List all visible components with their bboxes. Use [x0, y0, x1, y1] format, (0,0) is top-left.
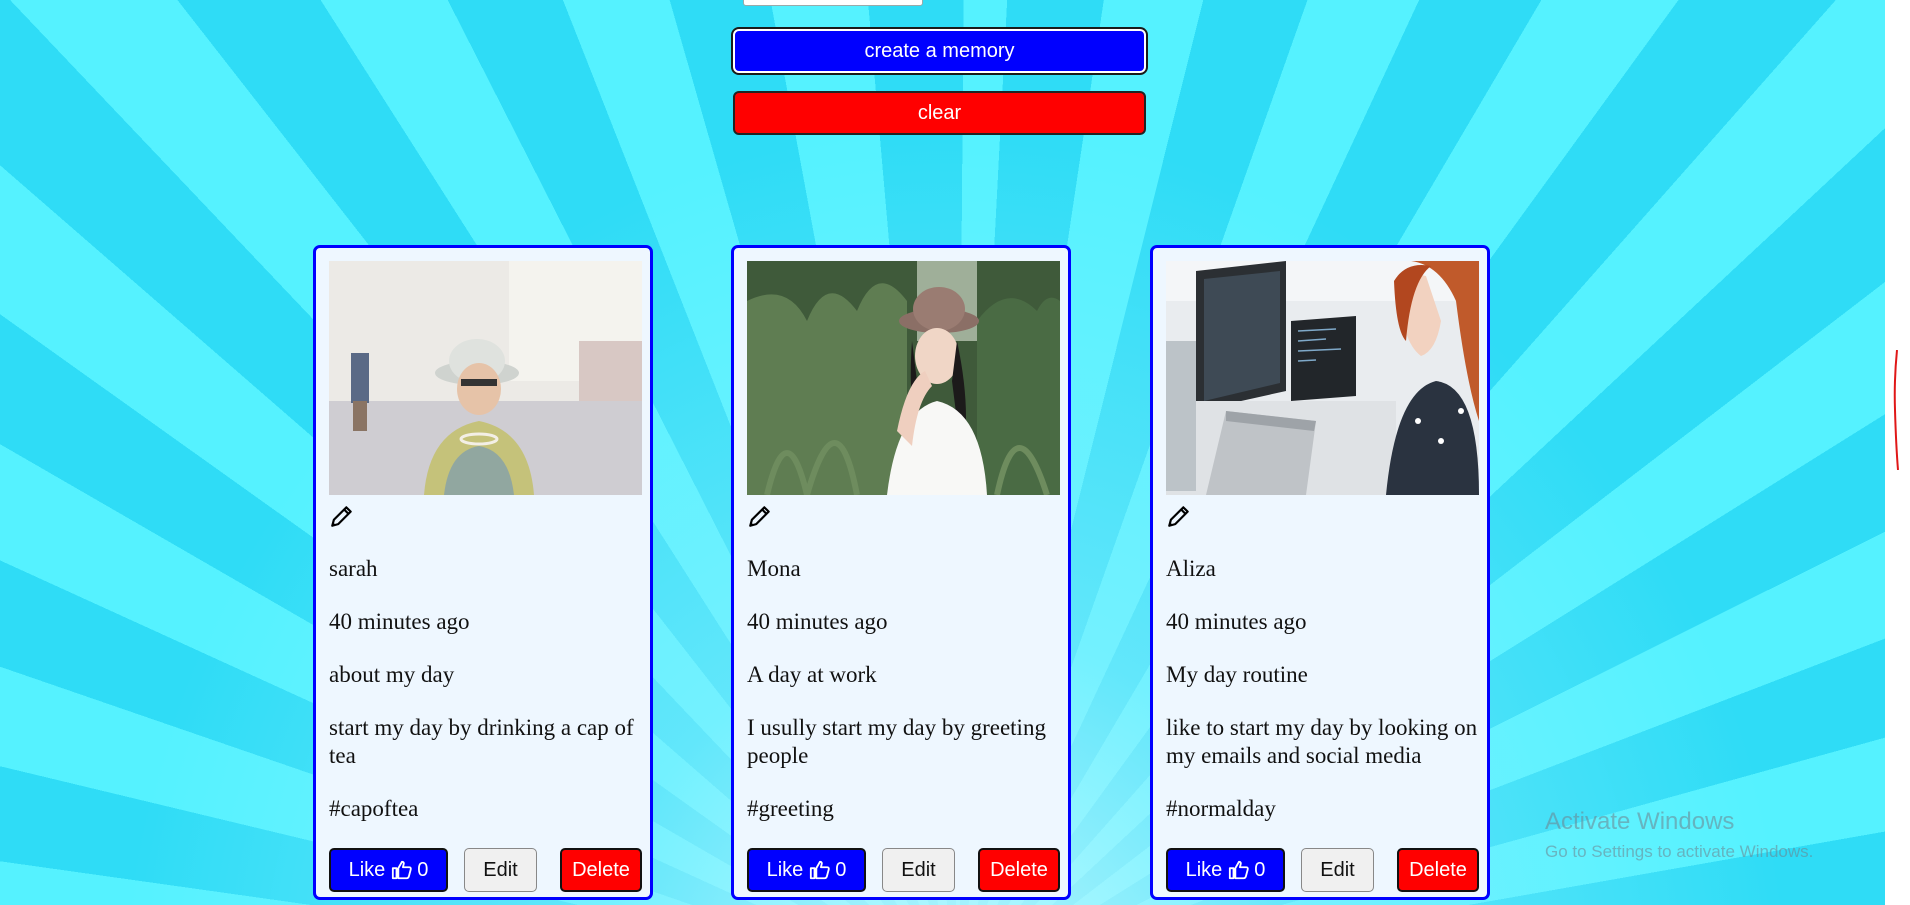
memory-title: about my day	[329, 662, 455, 687]
pencil-icon[interactable]	[747, 503, 773, 529]
memory-card: Aliza 40 minutes ago My day routine like…	[1150, 245, 1490, 900]
edit-button[interactable]: Edit	[464, 848, 537, 892]
memory-tags: #normalday	[1166, 796, 1276, 821]
thumbs-up-icon	[392, 860, 412, 880]
like-count: 0	[417, 858, 429, 881]
memory-message: like to start my day by looking on my em…	[1166, 715, 1478, 768]
like-label: Like	[348, 858, 386, 881]
pencil-icon[interactable]	[1166, 503, 1192, 529]
memory-message: start my day by drinking a cap of tea	[329, 715, 634, 768]
memory-photo	[329, 261, 642, 495]
create-memory-button[interactable]: create a memory	[733, 29, 1146, 73]
memory-time: 40 minutes ago	[1166, 609, 1307, 634]
memory-title: A day at work	[747, 662, 877, 687]
memory-time: 40 minutes ago	[747, 609, 888, 634]
like-label: Like	[1185, 858, 1223, 881]
memory-creator: sarah	[329, 556, 378, 581]
like-button[interactable]: Like 0	[747, 848, 866, 892]
like-count: 0	[1254, 858, 1266, 881]
edit-button[interactable]: Edit	[1301, 848, 1374, 892]
clear-button[interactable]: clear	[733, 91, 1146, 135]
delete-button[interactable]: Delete	[560, 848, 642, 892]
memory-photo	[1166, 261, 1479, 495]
memory-card: sarah 40 minutes ago about my day start …	[313, 245, 653, 900]
like-button[interactable]: Like 0	[329, 848, 448, 892]
memory-card: Mona 40 minutes ago A day at work I usul…	[731, 245, 1071, 900]
edit-button[interactable]: Edit	[882, 848, 955, 892]
memory-title: My day routine	[1166, 662, 1308, 687]
memory-tags: #capoftea	[329, 796, 419, 821]
memory-photo	[747, 261, 1060, 495]
memory-creator: Aliza	[1166, 556, 1216, 581]
like-label: Like	[766, 858, 804, 881]
like-button[interactable]: Like 0	[1166, 848, 1285, 892]
memory-tags: #greeting	[747, 796, 834, 821]
watermark-subtitle: Go to Settings to activate Windows.	[1545, 842, 1814, 861]
like-count: 0	[835, 858, 847, 881]
activate-windows-watermark: Activate Windows Go to Settings to activ…	[1545, 808, 1813, 862]
pencil-icon[interactable]	[329, 503, 355, 529]
memory-time: 40 minutes ago	[329, 609, 470, 634]
delete-button[interactable]: Delete	[1397, 848, 1479, 892]
thumbs-up-icon	[1229, 860, 1249, 880]
memory-message: I usully start my day by greeting people	[747, 715, 1046, 768]
annotation-mark	[1893, 350, 1899, 470]
form-input-field[interactable]	[743, 0, 923, 6]
delete-button[interactable]: Delete	[978, 848, 1060, 892]
watermark-title: Activate Windows	[1545, 808, 1735, 835]
thumbs-up-icon	[810, 860, 830, 880]
memory-creator: Mona	[747, 556, 801, 581]
